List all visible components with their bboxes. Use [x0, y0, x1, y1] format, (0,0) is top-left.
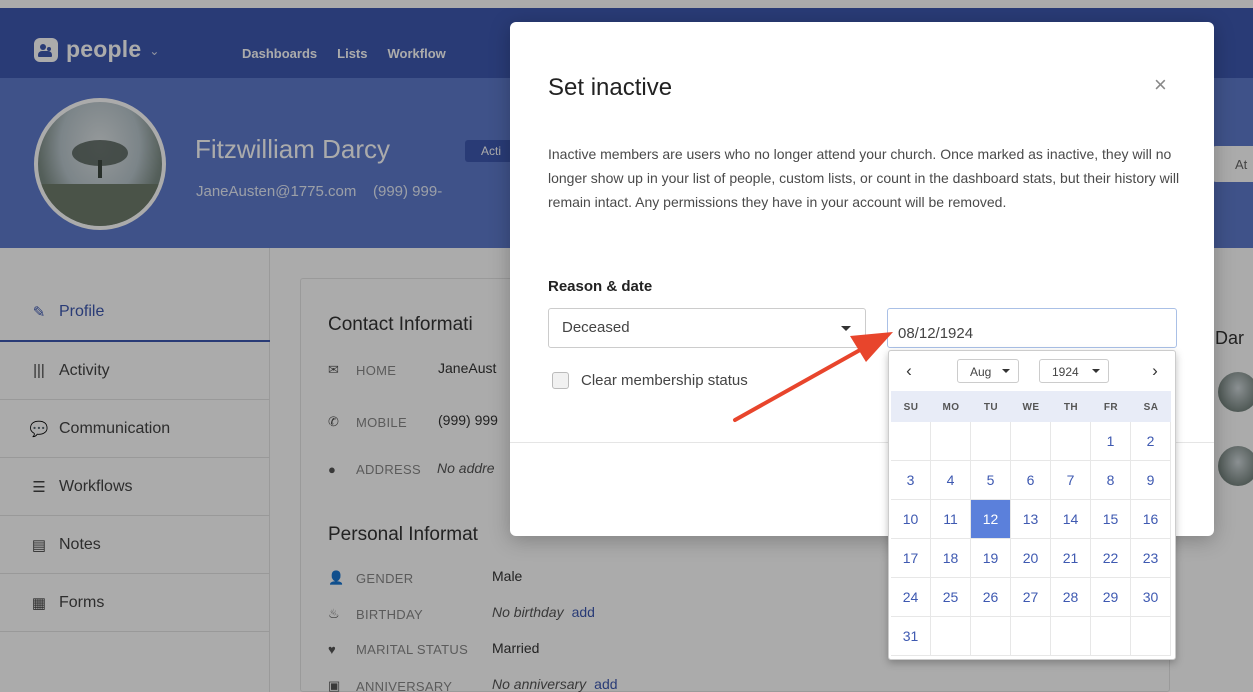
clear-membership-checkbox[interactable]: [552, 372, 569, 389]
calendar-day[interactable]: 27: [1011, 578, 1051, 617]
calendar-day[interactable]: 1: [1091, 422, 1131, 461]
calendar-day[interactable]: 5: [971, 461, 1011, 500]
weekday-header: TU: [971, 391, 1011, 422]
calendar-day[interactable]: 25: [931, 578, 971, 617]
reason-date-label: Reason & date: [548, 278, 653, 295]
calendar-day[interactable]: 15: [1091, 500, 1131, 539]
calendar-day[interactable]: 11: [931, 500, 971, 539]
calendar-day[interactable]: 9: [1131, 461, 1171, 500]
modal-description: Inactive members are users who no longer…: [548, 146, 1180, 210]
calendar-empty-cell: [1091, 617, 1131, 656]
weekday-header: MO: [931, 391, 971, 422]
weekday-header: SA: [1131, 391, 1171, 422]
calendar-empty-cell: [931, 422, 971, 461]
calendar-day[interactable]: 20: [1011, 539, 1051, 578]
calendar-day[interactable]: 14: [1051, 500, 1091, 539]
calendar-day[interactable]: 8: [1091, 461, 1131, 500]
date-picker-header: ‹ Aug 1924 ›: [889, 351, 1175, 391]
calendar-empty-cell: [1051, 422, 1091, 461]
month-select[interactable]: Aug: [957, 359, 1019, 383]
calendar-day[interactable]: 2: [1131, 422, 1171, 461]
calendar-day[interactable]: 22: [1091, 539, 1131, 578]
reason-select-value: Deceased: [562, 319, 630, 336]
calendar-day[interactable]: 7: [1051, 461, 1091, 500]
year-select-value: 1924: [1052, 365, 1079, 379]
caret-down-icon: [841, 326, 851, 331]
calendar-empty-cell: [1011, 422, 1051, 461]
clear-membership-row[interactable]: Clear membership status: [552, 372, 748, 389]
calendar-day[interactable]: 29: [1091, 578, 1131, 617]
calendar-day[interactable]: 31: [891, 617, 931, 656]
calendar-empty-cell: [931, 617, 971, 656]
calendar-day[interactable]: 18: [931, 539, 971, 578]
calendar-day[interactable]: 30: [1131, 578, 1171, 617]
calendar-empty-cell: [1131, 617, 1171, 656]
date-input[interactable]: [887, 308, 1177, 348]
reason-select[interactable]: Deceased: [548, 308, 866, 348]
calendar-empty-cell: [971, 617, 1011, 656]
calendar-day[interactable]: 4: [931, 461, 971, 500]
calendar-day[interactable]: 26: [971, 578, 1011, 617]
calendar-day[interactable]: 16: [1131, 500, 1171, 539]
weekday-header: FR: [1091, 391, 1131, 422]
year-select[interactable]: 1924: [1039, 359, 1109, 383]
next-month-icon[interactable]: ›: [1143, 361, 1167, 381]
calendar-day[interactable]: 3: [891, 461, 931, 500]
prev-month-icon[interactable]: ‹: [897, 361, 921, 381]
calendar-day[interactable]: 23: [1131, 539, 1171, 578]
calendar-day[interactable]: 17: [891, 539, 931, 578]
calendar-day[interactable]: 28: [1051, 578, 1091, 617]
calendar-empty-cell: [1011, 617, 1051, 656]
modal-title: Set inactive: [548, 74, 673, 101]
caret-down-icon: [1002, 369, 1010, 373]
close-icon[interactable]: ×: [1154, 72, 1167, 98]
calendar-empty-cell: [891, 422, 931, 461]
calendar-day[interactable]: 24: [891, 578, 931, 617]
calendar-day[interactable]: 19: [971, 539, 1011, 578]
clear-membership-label: Clear membership status: [581, 372, 748, 389]
date-picker: ‹ Aug 1924 › SU MO TU WE TH FR SA 1 2 3 4 5 6 7 8 9 10 11…: [888, 350, 1176, 660]
calendar-day[interactable]: 6: [1011, 461, 1051, 500]
calendar-day[interactable]: 13: [1011, 500, 1051, 539]
weekday-header: TH: [1051, 391, 1091, 422]
weekday-header: WE: [1011, 391, 1051, 422]
calendar-day[interactable]: 21: [1051, 539, 1091, 578]
calendar-day[interactable]: 10: [891, 500, 931, 539]
calendar-day[interactable]: 12: [971, 500, 1011, 539]
calendar-empty-cell: [971, 422, 1011, 461]
calendar-empty-cell: [1051, 617, 1091, 656]
weekday-header: SU: [891, 391, 931, 422]
caret-down-icon: [1092, 369, 1100, 373]
month-select-value: Aug: [970, 365, 992, 379]
